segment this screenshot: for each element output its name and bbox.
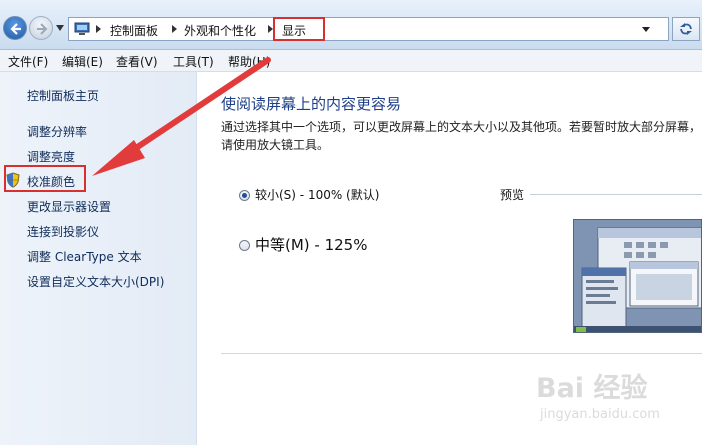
radio-medium[interactable] bbox=[239, 240, 250, 251]
baidu-jingyan-watermark: Bai 经验 jingyan.baidu.com bbox=[536, 366, 696, 438]
option-medium-label[interactable]: 中等(M) - 125% bbox=[255, 234, 367, 255]
preview-label: 预览 bbox=[500, 188, 525, 202]
menu-view[interactable]: 查看(V) bbox=[116, 53, 158, 70]
menu-help[interactable]: 帮助(H) bbox=[228, 53, 270, 70]
content-divider bbox=[221, 353, 702, 354]
menu-edit[interactable]: 编辑(E) bbox=[62, 53, 103, 70]
back-button[interactable] bbox=[3, 16, 27, 40]
sidebar-link-display-settings[interactable]: 更改显示器设置 bbox=[27, 198, 111, 215]
menu-bar: 文件(F) 编辑(E) 查看(V) 工具(T) 帮助(H) bbox=[0, 50, 702, 72]
radio-smaller[interactable] bbox=[239, 190, 250, 201]
sidebar-link-home[interactable]: 控制面板主页 bbox=[27, 87, 99, 104]
watermark-url: jingyan.baidu.com bbox=[540, 407, 660, 422]
address-dropdown-icon[interactable] bbox=[642, 27, 650, 32]
breadcrumb-appearance[interactable]: 外观和个性化 bbox=[184, 22, 256, 39]
option-smaller-label[interactable]: 较小(S) - 100% (默认) bbox=[255, 186, 379, 203]
page-description: 通过选择其中一个选项，可以更改屏幕上的文本大小以及其他项。若要暂时放大部分屏幕，… bbox=[221, 120, 702, 152]
control-panel-icon bbox=[74, 22, 90, 35]
annotation-highlight-box bbox=[273, 17, 325, 41]
forward-button[interactable] bbox=[29, 16, 53, 40]
sidebar-link-brightness[interactable]: 调整亮度 bbox=[27, 148, 75, 165]
navigation-toolbar: 控制面板 外观和个性化 显示 bbox=[0, 0, 702, 50]
back-arrow-icon bbox=[10, 23, 21, 35]
sidebar-link-custom-dpi[interactable]: 设置自定义文本大小(DPI) bbox=[27, 273, 164, 290]
menu-tools[interactable]: 工具(T) bbox=[173, 53, 214, 70]
menu-file[interactable]: 文件(F) bbox=[8, 53, 48, 70]
recent-pages-dropdown-icon[interactable] bbox=[56, 25, 64, 31]
page-title: 使阅读屏幕上的内容更容易 bbox=[221, 95, 402, 113]
forward-arrow-icon bbox=[37, 23, 48, 35]
sidebar: 控制面板主页 调整分辨率 调整亮度 校准颜色 更改显示器设置 连接到投影仪 调整… bbox=[0, 72, 197, 445]
breadcrumb-separator-icon bbox=[96, 25, 101, 33]
refresh-icon bbox=[680, 23, 692, 35]
sidebar-link-cleartype[interactable]: 调整 ClearType 文本 bbox=[27, 248, 142, 265]
preview-image bbox=[573, 219, 702, 333]
breadcrumb-separator-icon bbox=[172, 25, 177, 33]
preview-divider bbox=[530, 194, 702, 195]
annotation-highlight-box bbox=[4, 165, 86, 192]
refresh-button[interactable] bbox=[672, 17, 700, 41]
address-bar[interactable]: 控制面板 外观和个性化 显示 bbox=[68, 17, 669, 41]
sidebar-link-resolution[interactable]: 调整分辨率 bbox=[27, 123, 87, 140]
breadcrumb-control-panel[interactable]: 控制面板 bbox=[110, 22, 158, 39]
watermark-logo-text: Bai 经验 bbox=[536, 373, 648, 404]
sidebar-link-projector[interactable]: 连接到投影仪 bbox=[27, 223, 99, 240]
